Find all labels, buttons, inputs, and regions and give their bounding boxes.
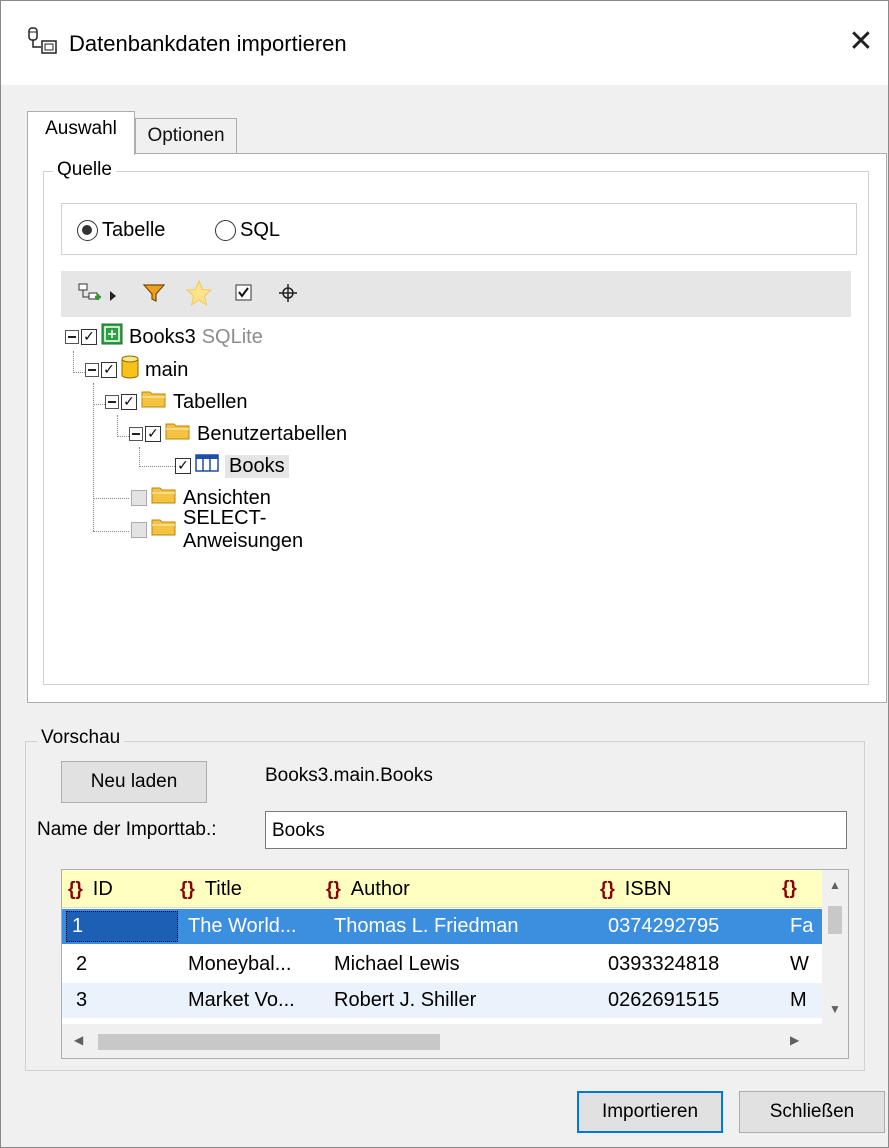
column-header-author[interactable]: {} Author <box>326 878 410 901</box>
radio-sql[interactable]: SQL <box>215 217 280 243</box>
import-name-label: Name der Importtab.: <box>37 819 217 840</box>
column-header-more[interactable]: {} <box>782 878 807 900</box>
favorite-star-icon[interactable] <box>185 279 213 311</box>
table-label: Books <box>225 454 289 478</box>
tree-node-user-tables[interactable]: ✓ Benutzertabellen <box>129 420 347 448</box>
radio-unselected-icon <box>215 219 236 241</box>
connection-type-label: SQLite <box>201 325 263 348</box>
tab-optionen[interactable]: Optionen <box>135 118 237 154</box>
column-type-icon: {} <box>782 878 797 899</box>
checkbox-checked[interactable]: ✓ <box>121 394 137 410</box>
user-tables-folder-label: Benutzertabellen <box>197 422 348 445</box>
column-header-title[interactable]: {} Title <box>180 878 242 901</box>
tree-toolbar <box>61 271 851 317</box>
folder-icon <box>165 421 191 447</box>
tree-node-tables[interactable]: ✓ Tabellen <box>105 388 248 416</box>
add-datasource-icon[interactable] <box>77 283 103 309</box>
checkbox-unchecked[interactable] <box>131 490 147 506</box>
radio-tabelle[interactable]: Tabelle <box>77 217 165 243</box>
filter-icon[interactable] <box>142 283 166 307</box>
schema-label: main <box>145 358 189 381</box>
grid-header: {} ID {} Title {} Author {} ISBN {} <box>62 870 822 908</box>
horizontal-scroll-thumb[interactable] <box>98 1034 440 1050</box>
radio-sql-label: SQL <box>240 218 281 241</box>
preview-group-label: Vorschau <box>37 727 125 749</box>
column-type-icon: {} <box>68 878 83 900</box>
folder-icon <box>141 389 167 415</box>
connection-icon <box>101 323 123 351</box>
scroll-left-icon[interactable]: ◀ <box>74 1033 83 1047</box>
table-row[interactable]: 3 Market Vo... Robert J. Shiller 0262691… <box>62 983 822 1018</box>
column-header-isbn[interactable]: {} ISBN <box>600 878 671 901</box>
tree-node-schema[interactable]: ✓ main <box>85 355 189 385</box>
tab-auswahl[interactable]: Auswahl <box>27 111 135 155</box>
horizontal-scrollbar[interactable]: ◀ ▶ <box>62 1024 848 1058</box>
column-type-icon: {} <box>600 878 615 900</box>
import-button[interactable]: Importieren <box>577 1091 723 1133</box>
source-group-label: Quelle <box>53 159 116 181</box>
connection-label: Books3 <box>129 325 196 348</box>
preview-path: Books3.main.Books <box>265 765 433 786</box>
source-type-bar <box>61 203 857 255</box>
table-row[interactable]: 2 Moneybal... Michael Lewis 0393324818 W <box>62 947 822 982</box>
database-import-icon <box>27 27 61 57</box>
title-bar: Datenbankdaten importieren ✕ <box>1 1 888 85</box>
collapse-icon[interactable] <box>65 330 79 344</box>
column-type-icon: {} <box>180 878 195 900</box>
checkbox-checked[interactable]: ✓ <box>145 426 161 442</box>
scroll-right-icon[interactable]: ▶ <box>790 1033 799 1047</box>
collapse-icon[interactable] <box>85 363 99 377</box>
checkbox-unchecked[interactable] <box>131 522 147 538</box>
folder-icon <box>151 485 177 511</box>
checked-items-icon[interactable] <box>235 284 253 306</box>
import-name-input[interactable]: Books <box>265 811 847 849</box>
vertical-scroll-thumb[interactable] <box>828 906 842 934</box>
tree-node-select-statements[interactable]: SELECT-Anweisungen <box>131 507 303 552</box>
tables-folder-label: Tabellen <box>173 390 248 413</box>
folder-icon <box>151 517 177 543</box>
reload-button[interactable]: Neu laden <box>61 761 207 803</box>
scroll-down-icon[interactable]: ▼ <box>829 1002 841 1016</box>
collapse-icon[interactable] <box>129 427 143 441</box>
database-icon <box>121 355 139 385</box>
close-button[interactable]: Schließen <box>739 1091 885 1133</box>
select-folder-label: SELECT-Anweisungen <box>183 507 304 552</box>
window-title: Datenbankdaten importieren <box>69 31 347 56</box>
vertical-scrollbar[interactable]: ▲ ▼ <box>822 870 848 1026</box>
dropdown-arrow-icon[interactable] <box>109 286 117 306</box>
radio-selected-icon <box>77 219 98 241</box>
table-row[interactable]: 1 The World... Thomas L. Friedman 037429… <box>62 909 822 944</box>
scroll-up-icon[interactable]: ▲ <box>829 878 841 892</box>
close-icon[interactable]: ✕ <box>842 25 880 61</box>
tree-node-books-table[interactable]: ✓ Books <box>175 452 289 480</box>
column-header-id[interactable]: {} ID <box>68 878 113 901</box>
checkbox-checked[interactable]: ✓ <box>101 362 117 378</box>
checkbox-checked[interactable]: ✓ <box>175 458 191 474</box>
tree-node-connection[interactable]: ✓ Books3 SQLite <box>65 323 263 351</box>
radio-tabelle-label: Tabelle <box>102 218 166 241</box>
table-icon <box>195 454 219 478</box>
column-type-icon: {} <box>326 878 341 900</box>
checkbox-checked[interactable]: ✓ <box>81 329 97 345</box>
locate-icon[interactable] <box>279 284 297 306</box>
preview-grid: {} ID {} Title {} Author {} ISBN {} 1 Th… <box>61 869 849 1059</box>
collapse-icon[interactable] <box>105 395 119 409</box>
dialog-window: Datenbankdaten importieren ✕ Auswahl Opt… <box>0 0 889 1148</box>
